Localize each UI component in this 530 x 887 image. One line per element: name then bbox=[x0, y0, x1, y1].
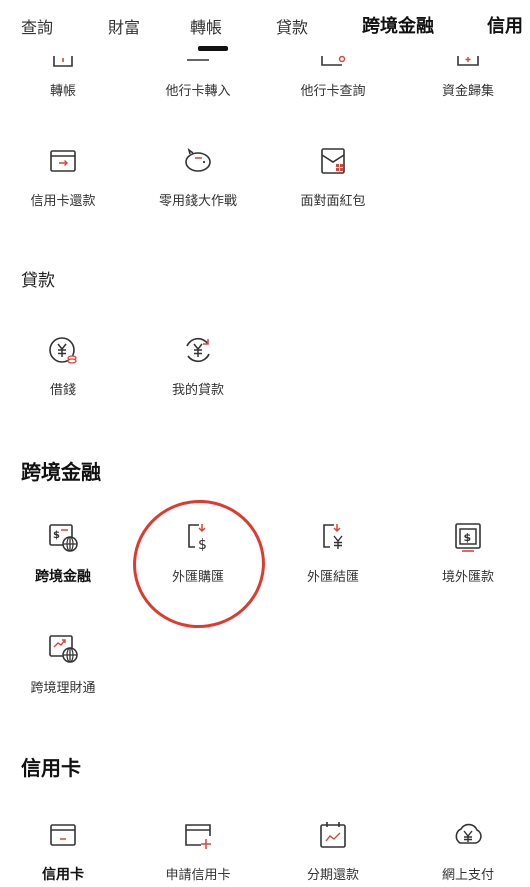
online-pay-item[interactable]: 網上支付 bbox=[403, 818, 530, 883]
crossborder-label: 跨境金融 bbox=[35, 569, 91, 585]
tab-credit[interactable]: 信用 bbox=[487, 12, 523, 38]
crossborder-globe-icon: $ bbox=[46, 520, 80, 554]
creditcard-section-title: 信用卡 bbox=[21, 756, 81, 780]
svg-text:$: $ bbox=[464, 531, 472, 544]
my-loan-item[interactable]: 我的貸款 bbox=[133, 333, 263, 398]
borrow-item[interactable]: 借錢 bbox=[0, 333, 128, 398]
fx-settle-item[interactable]: 外匯結匯 bbox=[268, 520, 398, 585]
top-tab-bar: 查詢 財富 轉帳 貸款 跨境金融 信用 bbox=[0, 0, 530, 56]
card-in-item[interactable]: 他行卡轉入 bbox=[133, 80, 263, 99]
borrow-label: 借錢 bbox=[49, 383, 76, 398]
apply-card-label: 申請信用卡 bbox=[165, 868, 231, 883]
tab-indicator bbox=[198, 46, 228, 51]
borrow-yuan-icon bbox=[46, 333, 80, 367]
piggy-bank-item[interactable]: 零用錢大作戰 bbox=[133, 144, 263, 209]
credit-card-item[interactable]: 信用卡 bbox=[0, 818, 128, 884]
wealth-connect-label: 跨境理財通 bbox=[30, 681, 96, 696]
installment-icon bbox=[316, 818, 350, 852]
card-search-item[interactable]: 他行卡查詢 bbox=[268, 80, 398, 99]
wealth-connect-item[interactable]: 跨境理財通 bbox=[0, 631, 128, 696]
installment-item[interactable]: 分期還款 bbox=[268, 818, 398, 883]
transfer-icon-partial bbox=[0, 56, 128, 72]
fx-settle-icon bbox=[316, 520, 350, 554]
apply-card-item[interactable]: 申請信用卡 bbox=[133, 818, 263, 883]
card-in-label: 他行卡轉入 bbox=[165, 84, 231, 99]
fund-collect-icon-partial bbox=[403, 56, 530, 72]
svg-text:$: $ bbox=[53, 530, 60, 541]
credit-repay-label: 信用卡還款 bbox=[30, 194, 96, 209]
wealth-connect-icon bbox=[46, 631, 80, 665]
overseas-remit-label: 境外匯款 bbox=[441, 570, 494, 585]
card-search-icon-partial bbox=[268, 56, 398, 72]
fx-settle-label: 外匯結匯 bbox=[306, 570, 359, 585]
credit-card-label: 信用卡 bbox=[42, 867, 84, 883]
card-search-label: 他行卡查詢 bbox=[300, 84, 366, 99]
tab-crossborder[interactable]: 跨境金融 bbox=[362, 12, 434, 38]
tab-transfer[interactable]: 轉帳 bbox=[190, 14, 222, 38]
loan-yuan-icon bbox=[181, 333, 215, 367]
tab-wealth[interactable]: 財富 bbox=[108, 14, 140, 38]
crossborder-item[interactable]: $ 跨境金融 bbox=[0, 520, 128, 586]
tab-loan[interactable]: 貸款 bbox=[276, 14, 308, 38]
overseas-remit-icon: $ bbox=[451, 520, 485, 554]
red-envelope-label: 面對面紅包 bbox=[300, 194, 366, 209]
fund-collect-label: 資金歸集 bbox=[441, 84, 494, 99]
credit-repay-icon bbox=[46, 144, 80, 178]
crossborder-section-title: 跨境金融 bbox=[21, 460, 101, 484]
red-envelope-icon bbox=[316, 144, 350, 178]
piggy-bank-label: 零用錢大作戰 bbox=[158, 194, 237, 209]
my-loan-label: 我的貸款 bbox=[171, 383, 224, 398]
online-pay-label: 網上支付 bbox=[441, 868, 494, 883]
installment-label: 分期還款 bbox=[306, 868, 359, 883]
fund-collect-item[interactable]: 資金歸集 bbox=[403, 80, 530, 99]
card-in-icon-partial bbox=[133, 56, 263, 72]
credit-repay-item[interactable]: 信用卡還款 bbox=[0, 144, 128, 209]
transfer-item[interactable]: 轉帳 bbox=[0, 80, 128, 99]
red-envelope-item[interactable]: 面對面紅包 bbox=[268, 144, 398, 209]
tab-query[interactable]: 查詢 bbox=[21, 14, 53, 38]
online-pay-icon bbox=[451, 818, 485, 852]
credit-card-icon bbox=[46, 818, 80, 852]
loan-section-title: 貸款 bbox=[21, 271, 55, 291]
piggy-bank-icon bbox=[181, 144, 215, 178]
highlight-circle bbox=[124, 491, 274, 637]
apply-card-icon bbox=[181, 818, 215, 852]
transfer-label: 轉帳 bbox=[49, 84, 76, 99]
overseas-remit-item[interactable]: $ 境外匯款 bbox=[403, 520, 530, 585]
